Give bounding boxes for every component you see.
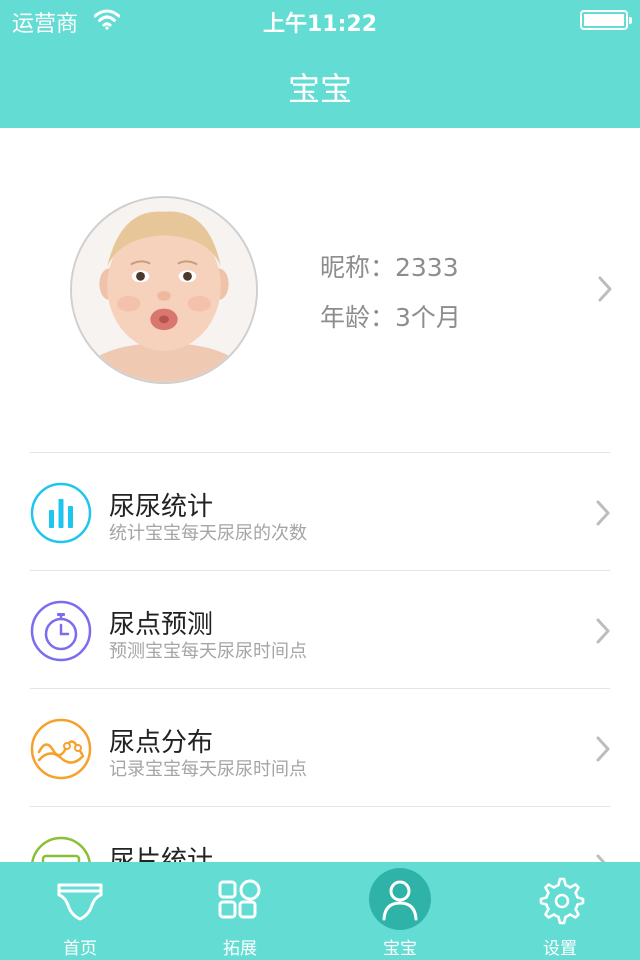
status-bar: 运营商 上午11:22 (0, 0, 640, 40)
diaper-icon (57, 883, 103, 921)
tab-baby[interactable]: 宝宝 (320, 862, 480, 960)
battery-icon (580, 10, 632, 30)
status-time: 上午11:22 (262, 12, 378, 37)
wave-chart-icon (30, 718, 92, 780)
gear-icon (539, 877, 585, 925)
tab-home[interactable]: 首页 (0, 862, 160, 960)
person-icon (382, 880, 418, 921)
tab-extend[interactable]: 拓展 (160, 862, 320, 960)
page-title: 宝宝 (287, 70, 352, 108)
nav-bar: 宝宝 (0, 40, 640, 128)
profile-card[interactable]: 昵称：2333 年龄：3个月 (0, 128, 640, 454)
tab-settings[interactable]: 设置 (480, 862, 640, 960)
menu-item-title: 尿点预测 (109, 610, 214, 640)
menu-item-subtitle: 预测宝宝每天尿尿时间点 (109, 641, 307, 662)
tab-label: 设置 (543, 939, 577, 959)
menu-item-pee-stats[interactable]: 尿尿统计 统计宝宝每天尿尿的次数 (30, 452, 610, 570)
age-label: 年龄：3个月 (320, 303, 461, 332)
menu-item-title: 尿尿统计 (109, 492, 214, 522)
menu-item-subtitle: 统计宝宝每天尿尿的次数 (109, 523, 307, 544)
stopwatch-icon (30, 600, 92, 662)
nickname-label: 昵称：2333 (320, 253, 459, 282)
chevron-right-icon (598, 276, 612, 302)
apps-icon (218, 879, 261, 919)
tab-label: 首页 (63, 939, 97, 959)
baby-avatar (70, 196, 258, 384)
bar-chart-icon (30, 482, 92, 544)
chevron-right-icon (596, 618, 610, 644)
chevron-right-icon (596, 500, 610, 526)
tab-label: 拓展 (223, 939, 257, 959)
menu-item-pee-distribution[interactable]: 尿点分布 记录宝宝每天尿尿时间点 (30, 688, 610, 806)
chevron-right-icon (596, 736, 610, 762)
menu-item-pee-prediction[interactable]: 尿点预测 预测宝宝每天尿尿时间点 (30, 570, 610, 688)
menu-item-title: 尿点分布 (109, 728, 214, 758)
menu-item-subtitle: 记录宝宝每天尿尿时间点 (109, 759, 307, 780)
tab-bar: 首页 拓展 宝宝 设置 (0, 862, 640, 960)
tab-label: 宝宝 (383, 939, 417, 959)
